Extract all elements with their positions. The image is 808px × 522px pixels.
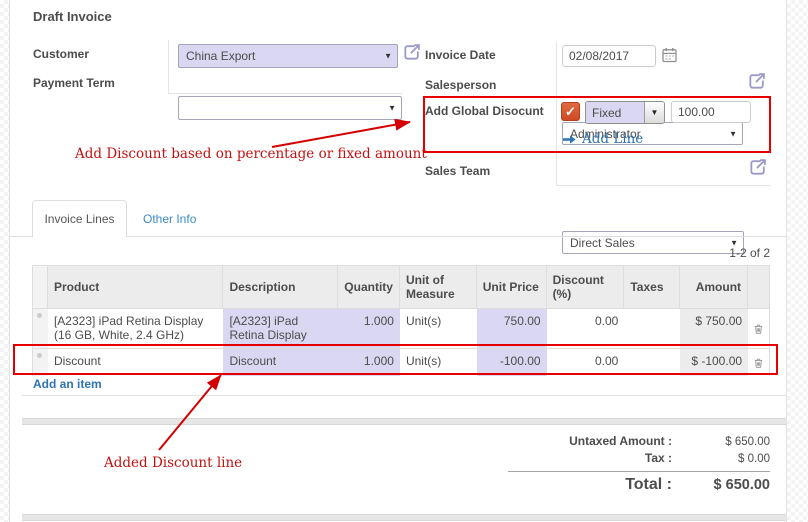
customer-value: China Export bbox=[186, 49, 255, 63]
row-drag-handle[interactable] bbox=[33, 309, 48, 348]
customer-external-link-icon[interactable] bbox=[403, 43, 421, 61]
sales-team-external-link-icon[interactable] bbox=[749, 158, 767, 176]
tax-row: Tax : $ 0.00 bbox=[440, 451, 770, 465]
cell-amount: $ -100.00 bbox=[680, 349, 748, 376]
invoice-date-label: Invoice Date bbox=[425, 48, 496, 62]
pager[interactable]: 1-2 of 2 bbox=[620, 246, 770, 260]
chevron-down-icon: ▼ bbox=[388, 104, 396, 113]
header-handle-cell bbox=[33, 266, 48, 308]
row-drag-handle[interactable] bbox=[33, 349, 48, 376]
header-product: Product bbox=[48, 266, 223, 308]
page-title: Draft Invoice bbox=[33, 9, 112, 24]
global-discount-label: Add Global Disocunt bbox=[425, 104, 544, 118]
field-group-divider bbox=[556, 42, 557, 185]
payment-term-label: Payment Term bbox=[33, 76, 115, 90]
chevron-down-icon: ▼ bbox=[729, 129, 737, 138]
untaxed-amount-value: $ 650.00 bbox=[686, 436, 770, 448]
cell-taxes[interactable] bbox=[624, 349, 680, 376]
annotation-discount-note: Add Discount based on percentage or fixe… bbox=[75, 146, 427, 162]
discount-type-value: Fixed bbox=[586, 102, 644, 123]
arrow-to-discount-line bbox=[159, 375, 221, 450]
invoice-lines-table: Product Description Quantity Unit of Mea… bbox=[32, 265, 770, 376]
drag-dot-icon bbox=[37, 353, 42, 358]
trash-icon bbox=[754, 322, 763, 336]
cell-product[interactable]: Discount bbox=[48, 349, 223, 376]
annotation-added-line-note: Added Discount line bbox=[104, 455, 242, 471]
header-quantity: Quantity bbox=[338, 266, 400, 308]
table-row[interactable]: Discount Discount 1.000 Unit(s) -100.00 … bbox=[33, 348, 769, 376]
cell-description[interactable]: Discount bbox=[223, 349, 338, 376]
header-description: Description bbox=[223, 266, 338, 308]
section-divider bbox=[22, 395, 786, 396]
tax-label: Tax : bbox=[440, 451, 686, 465]
header-discount: Discount (%) bbox=[547, 266, 625, 308]
invoice-form-page: Draft Invoice Customer China Export ▼ Pa… bbox=[0, 0, 808, 522]
payment-term-select[interactable]: ▼ bbox=[178, 96, 402, 120]
totals-panel: Untaxed Amount : $ 650.00 Tax : $ 0.00 T… bbox=[440, 434, 770, 497]
totals-divider bbox=[508, 471, 770, 472]
cell-discount[interactable]: 0.00 bbox=[547, 309, 625, 348]
section-band bbox=[22, 418, 786, 425]
delete-row-button[interactable] bbox=[748, 349, 769, 376]
tax-value: $ 0.00 bbox=[686, 453, 770, 465]
header-unit-of-measure: Unit of Measure bbox=[400, 266, 477, 308]
header-amount: Amount bbox=[680, 266, 748, 308]
untaxed-amount-label: Untaxed Amount : bbox=[440, 434, 686, 448]
cell-product[interactable]: [A2323] iPad Retina Display (16 GB, Whit… bbox=[48, 309, 223, 348]
chevron-down-icon[interactable]: ▼ bbox=[644, 102, 664, 123]
add-line-link[interactable]: Add Line bbox=[563, 131, 643, 147]
cell-amount: $ 750.00 bbox=[680, 309, 748, 348]
field-group-divider bbox=[168, 40, 169, 93]
table-row[interactable]: [A2323] iPad Retina Display (16 GB, Whit… bbox=[33, 308, 769, 348]
chevron-down-icon: ▼ bbox=[384, 52, 392, 61]
cell-unit-of-measure[interactable]: Unit(s) bbox=[400, 349, 477, 376]
cell-discount[interactable]: 0.00 bbox=[547, 349, 625, 376]
cell-quantity[interactable]: 1.000 bbox=[338, 349, 400, 376]
add-line-label: Add Line bbox=[582, 131, 643, 147]
customer-select[interactable]: China Export ▼ bbox=[178, 44, 398, 68]
sales-team-label: Sales Team bbox=[425, 164, 490, 178]
header-trash-cell bbox=[748, 266, 769, 308]
tab-other-info[interactable]: Other Info bbox=[143, 212, 196, 226]
table-header-row: Product Description Quantity Unit of Mea… bbox=[33, 266, 769, 308]
untaxed-row: Untaxed Amount : $ 650.00 bbox=[440, 434, 770, 448]
right-arrow-icon bbox=[563, 134, 576, 145]
drag-dot-icon bbox=[37, 313, 42, 318]
discount-amount-input[interactable] bbox=[671, 101, 751, 123]
calendar-icon[interactable] bbox=[662, 47, 677, 63]
bottom-band bbox=[22, 514, 786, 521]
salesperson-external-link-icon[interactable] bbox=[748, 72, 766, 90]
arrow-to-global-discount bbox=[272, 122, 410, 147]
add-an-item-link[interactable]: Add an item bbox=[33, 377, 102, 391]
cell-unit-price[interactable]: 750.00 bbox=[477, 309, 547, 348]
customer-label: Customer bbox=[33, 47, 89, 61]
header-taxes: Taxes bbox=[624, 266, 680, 308]
total-row: Total : $ 650.00 bbox=[440, 476, 770, 494]
discount-type-select[interactable]: Fixed ▼ bbox=[585, 101, 665, 124]
cell-quantity[interactable]: 1.000 bbox=[338, 309, 400, 348]
cell-unit-of-measure[interactable]: Unit(s) bbox=[400, 309, 477, 348]
field-group-underline bbox=[168, 93, 402, 94]
total-label: Total : bbox=[440, 476, 686, 494]
trash-icon bbox=[754, 356, 763, 370]
cell-unit-price[interactable]: -100.00 bbox=[477, 349, 547, 376]
invoice-date-input[interactable] bbox=[562, 45, 656, 67]
left-gutter bbox=[0, 0, 10, 522]
salesperson-label: Salesperson bbox=[425, 78, 496, 92]
cell-description[interactable]: [A2323] iPad Retina Display bbox=[223, 309, 338, 348]
total-value: $ 650.00 bbox=[686, 477, 770, 493]
header-unit-price: Unit Price bbox=[477, 266, 547, 308]
right-gutter bbox=[786, 0, 808, 522]
field-group-underline bbox=[556, 185, 770, 186]
global-discount-checkbox[interactable]: ✓ bbox=[561, 102, 580, 121]
delete-row-button[interactable] bbox=[748, 309, 769, 348]
tab-invoice-lines[interactable]: Invoice Lines bbox=[32, 200, 127, 237]
cell-taxes[interactable] bbox=[624, 309, 680, 348]
